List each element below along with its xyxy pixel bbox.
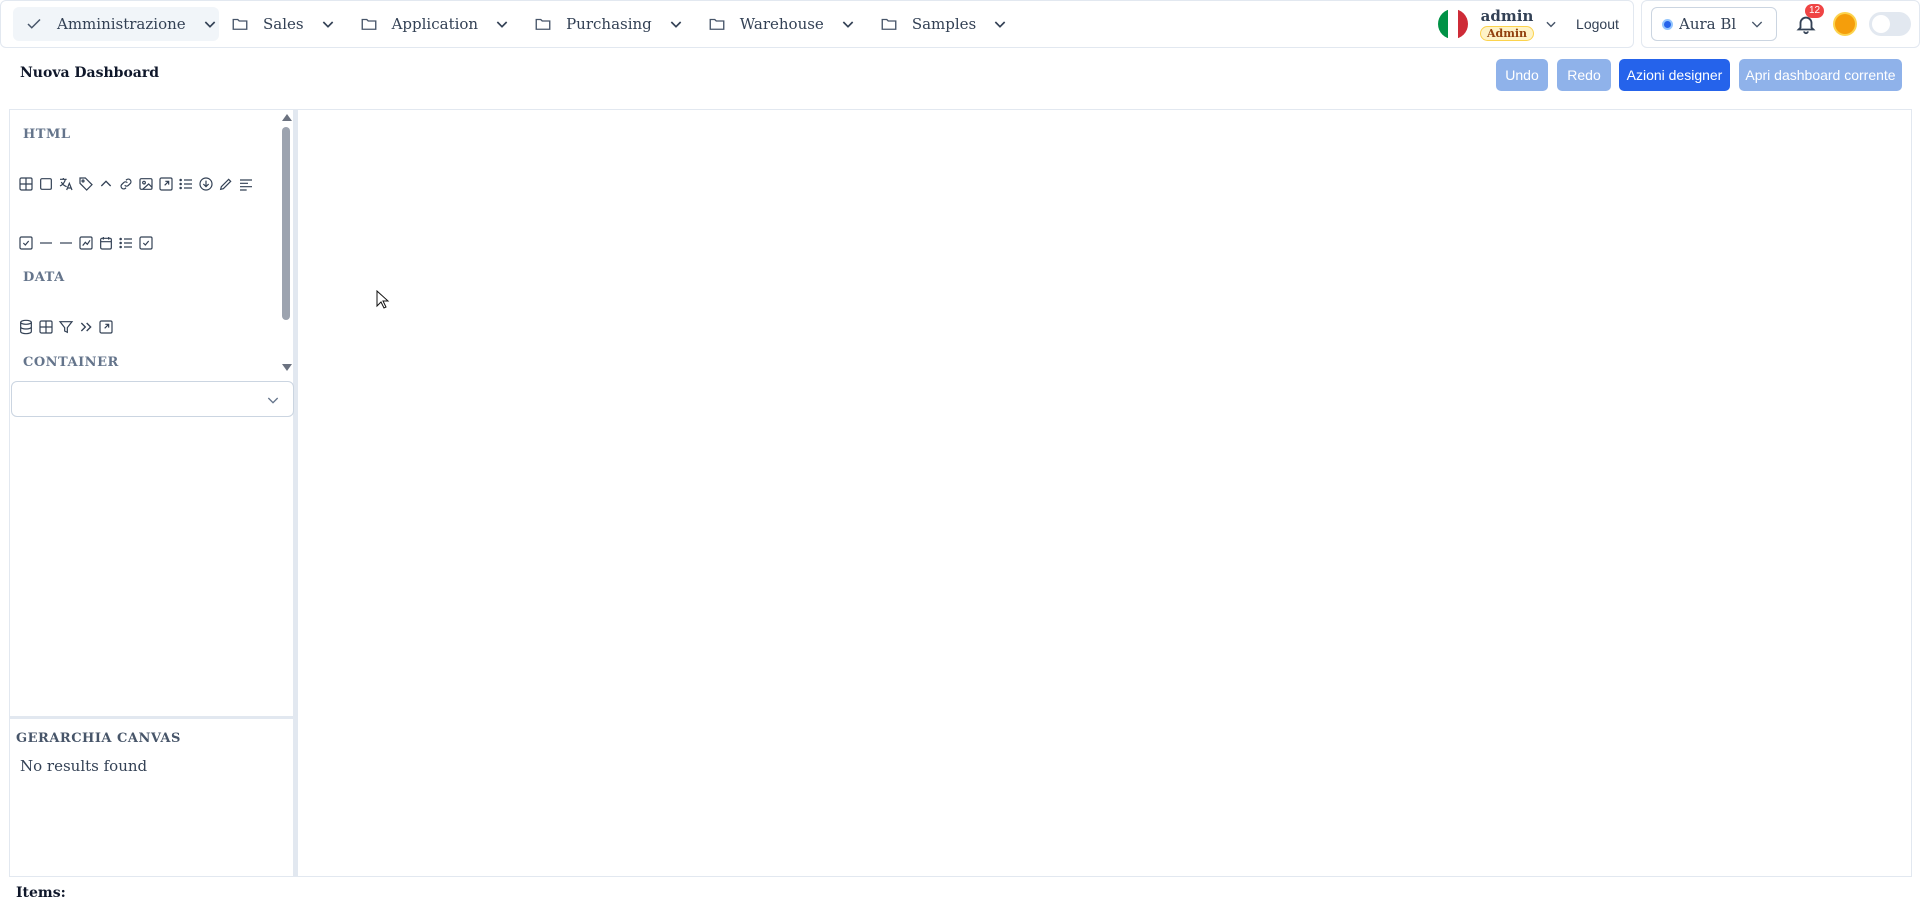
theme-select[interactable]: Aura Bl <box>1651 7 1777 41</box>
folder-icon <box>880 15 898 33</box>
download-icon[interactable] <box>196 174 216 194</box>
divider-icon[interactable] <box>36 233 56 253</box>
items-label: Items: <box>16 885 66 901</box>
designer-actions-button[interactable]: Azioni designer <box>1619 59 1730 91</box>
left-panel: HTML DATA CONTAINER GERARCHIA CANVAS No … <box>9 109 294 877</box>
component-palette: HTML DATA CONTAINER <box>10 110 293 378</box>
redo-button[interactable]: Redo <box>1557 59 1611 91</box>
container-select[interactable] <box>11 381 294 417</box>
pencil-icon[interactable] <box>216 174 236 194</box>
theme-select-value: Aura Bl <box>1679 15 1737 33</box>
role-badge: Admin <box>1480 25 1535 41</box>
palette-scrollbar[interactable] <box>279 110 293 378</box>
text-align-left-icon[interactable] <box>236 174 256 194</box>
external-link-icon[interactable] <box>156 174 176 194</box>
link-icon[interactable] <box>116 174 136 194</box>
table-icon[interactable] <box>36 317 56 337</box>
chevron-down-icon[interactable] <box>494 16 510 32</box>
palette-section-data: DATA <box>23 270 65 285</box>
theme-color-dot <box>1662 18 1673 30</box>
calendar-icon[interactable] <box>96 233 116 253</box>
tag-icon[interactable] <box>76 174 96 194</box>
chevron-down-icon[interactable] <box>992 16 1008 32</box>
chevrons-right-icon[interactable] <box>76 317 96 337</box>
database-icon[interactable] <box>16 317 36 337</box>
menu-item-label: Application <box>391 15 479 33</box>
scroll-thumb[interactable] <box>282 127 290 320</box>
menu-item-sales[interactable]: Sales <box>219 7 348 41</box>
scroll-down-arrow-icon[interactable] <box>282 364 292 371</box>
check-icon <box>25 15 43 33</box>
divider-icon[interactable] <box>56 233 76 253</box>
menu-item-purchasing[interactable]: Purchasing <box>522 7 696 41</box>
html-tools-row-1 <box>16 174 256 194</box>
list-icon[interactable] <box>176 174 196 194</box>
menu-item-warehouse[interactable]: Warehouse <box>696 7 868 41</box>
filter-icon[interactable] <box>56 317 76 337</box>
checkbox-icon[interactable] <box>136 233 156 253</box>
chevron-down-icon[interactable] <box>668 16 684 32</box>
right-tools: Aura Bl 12 <box>1641 0 1920 48</box>
chevron-up-icon[interactable] <box>96 174 116 194</box>
checkbox-icon[interactable] <box>16 233 36 253</box>
chevron-down-icon <box>265 392 281 408</box>
palette-section-container: CONTAINER <box>23 355 119 370</box>
chevron-down-icon[interactable] <box>320 16 336 32</box>
menu-item-amministrazione[interactable]: Amministrazione <box>13 7 219 41</box>
chevron-down-icon[interactable] <box>202 16 218 32</box>
external-link-icon[interactable] <box>96 317 116 337</box>
table-icon[interactable] <box>16 174 36 194</box>
dashboard-canvas[interactable] <box>298 109 1912 877</box>
chart-line-icon[interactable] <box>76 233 96 253</box>
html-tools-row-2 <box>16 233 156 253</box>
hierarchy-title: GERARCHIA CANVAS <box>16 731 181 746</box>
box-icon[interactable] <box>36 174 56 194</box>
image-icon[interactable] <box>136 174 156 194</box>
folder-icon <box>534 15 552 33</box>
menu-item-label: Sales <box>263 15 304 33</box>
user-menu[interactable]: admin Admin <box>1480 6 1535 41</box>
menu-item-label: Purchasing <box>566 15 652 33</box>
logout-button[interactable]: Logout <box>1576 16 1619 32</box>
canvas-hierarchy-panel: GERARCHIA CANVAS No results found <box>10 716 293 876</box>
notification-count-badge: 12 <box>1805 4 1825 18</box>
user-name: admin <box>1480 6 1534 25</box>
chevron-down-icon[interactable] <box>840 16 856 32</box>
hierarchy-empty-message: No results found <box>20 757 148 775</box>
mouse-cursor-icon <box>376 290 390 309</box>
page-title: Nuova Dashboard <box>20 65 160 81</box>
data-tools-row <box>16 317 116 337</box>
folder-icon <box>231 15 249 33</box>
top-bar: Amministrazione Sales Application Purcha… <box>0 0 1920 48</box>
menu-item-samples[interactable]: Samples <box>868 7 1020 41</box>
main-menu-bar: Amministrazione Sales Application Purcha… <box>0 0 1634 48</box>
folder-icon <box>708 15 726 33</box>
palette-section-html: HTML <box>23 127 71 142</box>
scroll-up-arrow-icon[interactable] <box>282 114 292 121</box>
menu-item-label: Amministrazione <box>57 15 186 33</box>
avatar[interactable] <box>1835 14 1855 34</box>
folder-icon <box>360 15 378 33</box>
list-icon[interactable] <box>116 233 136 253</box>
menu-item-label: Samples <box>911 15 977 33</box>
notifications-button[interactable]: 12 <box>1795 4 1825 35</box>
chevron-down-icon <box>1749 16 1765 32</box>
menu-item-application[interactable]: Application <box>348 7 523 41</box>
menu-item-label: Warehouse <box>739 15 824 33</box>
italy-flag-icon[interactable] <box>1438 9 1468 39</box>
undo-button[interactable]: Undo <box>1496 59 1548 91</box>
user-area: admin Admin Logout <box>1438 0 1619 48</box>
chevron-down-icon[interactable] <box>1544 17 1558 31</box>
open-dashboard-button[interactable]: Apri dashboard corrente <box>1739 59 1902 91</box>
translate-icon[interactable] <box>56 174 76 194</box>
dark-mode-toggle[interactable] <box>1869 12 1911 36</box>
